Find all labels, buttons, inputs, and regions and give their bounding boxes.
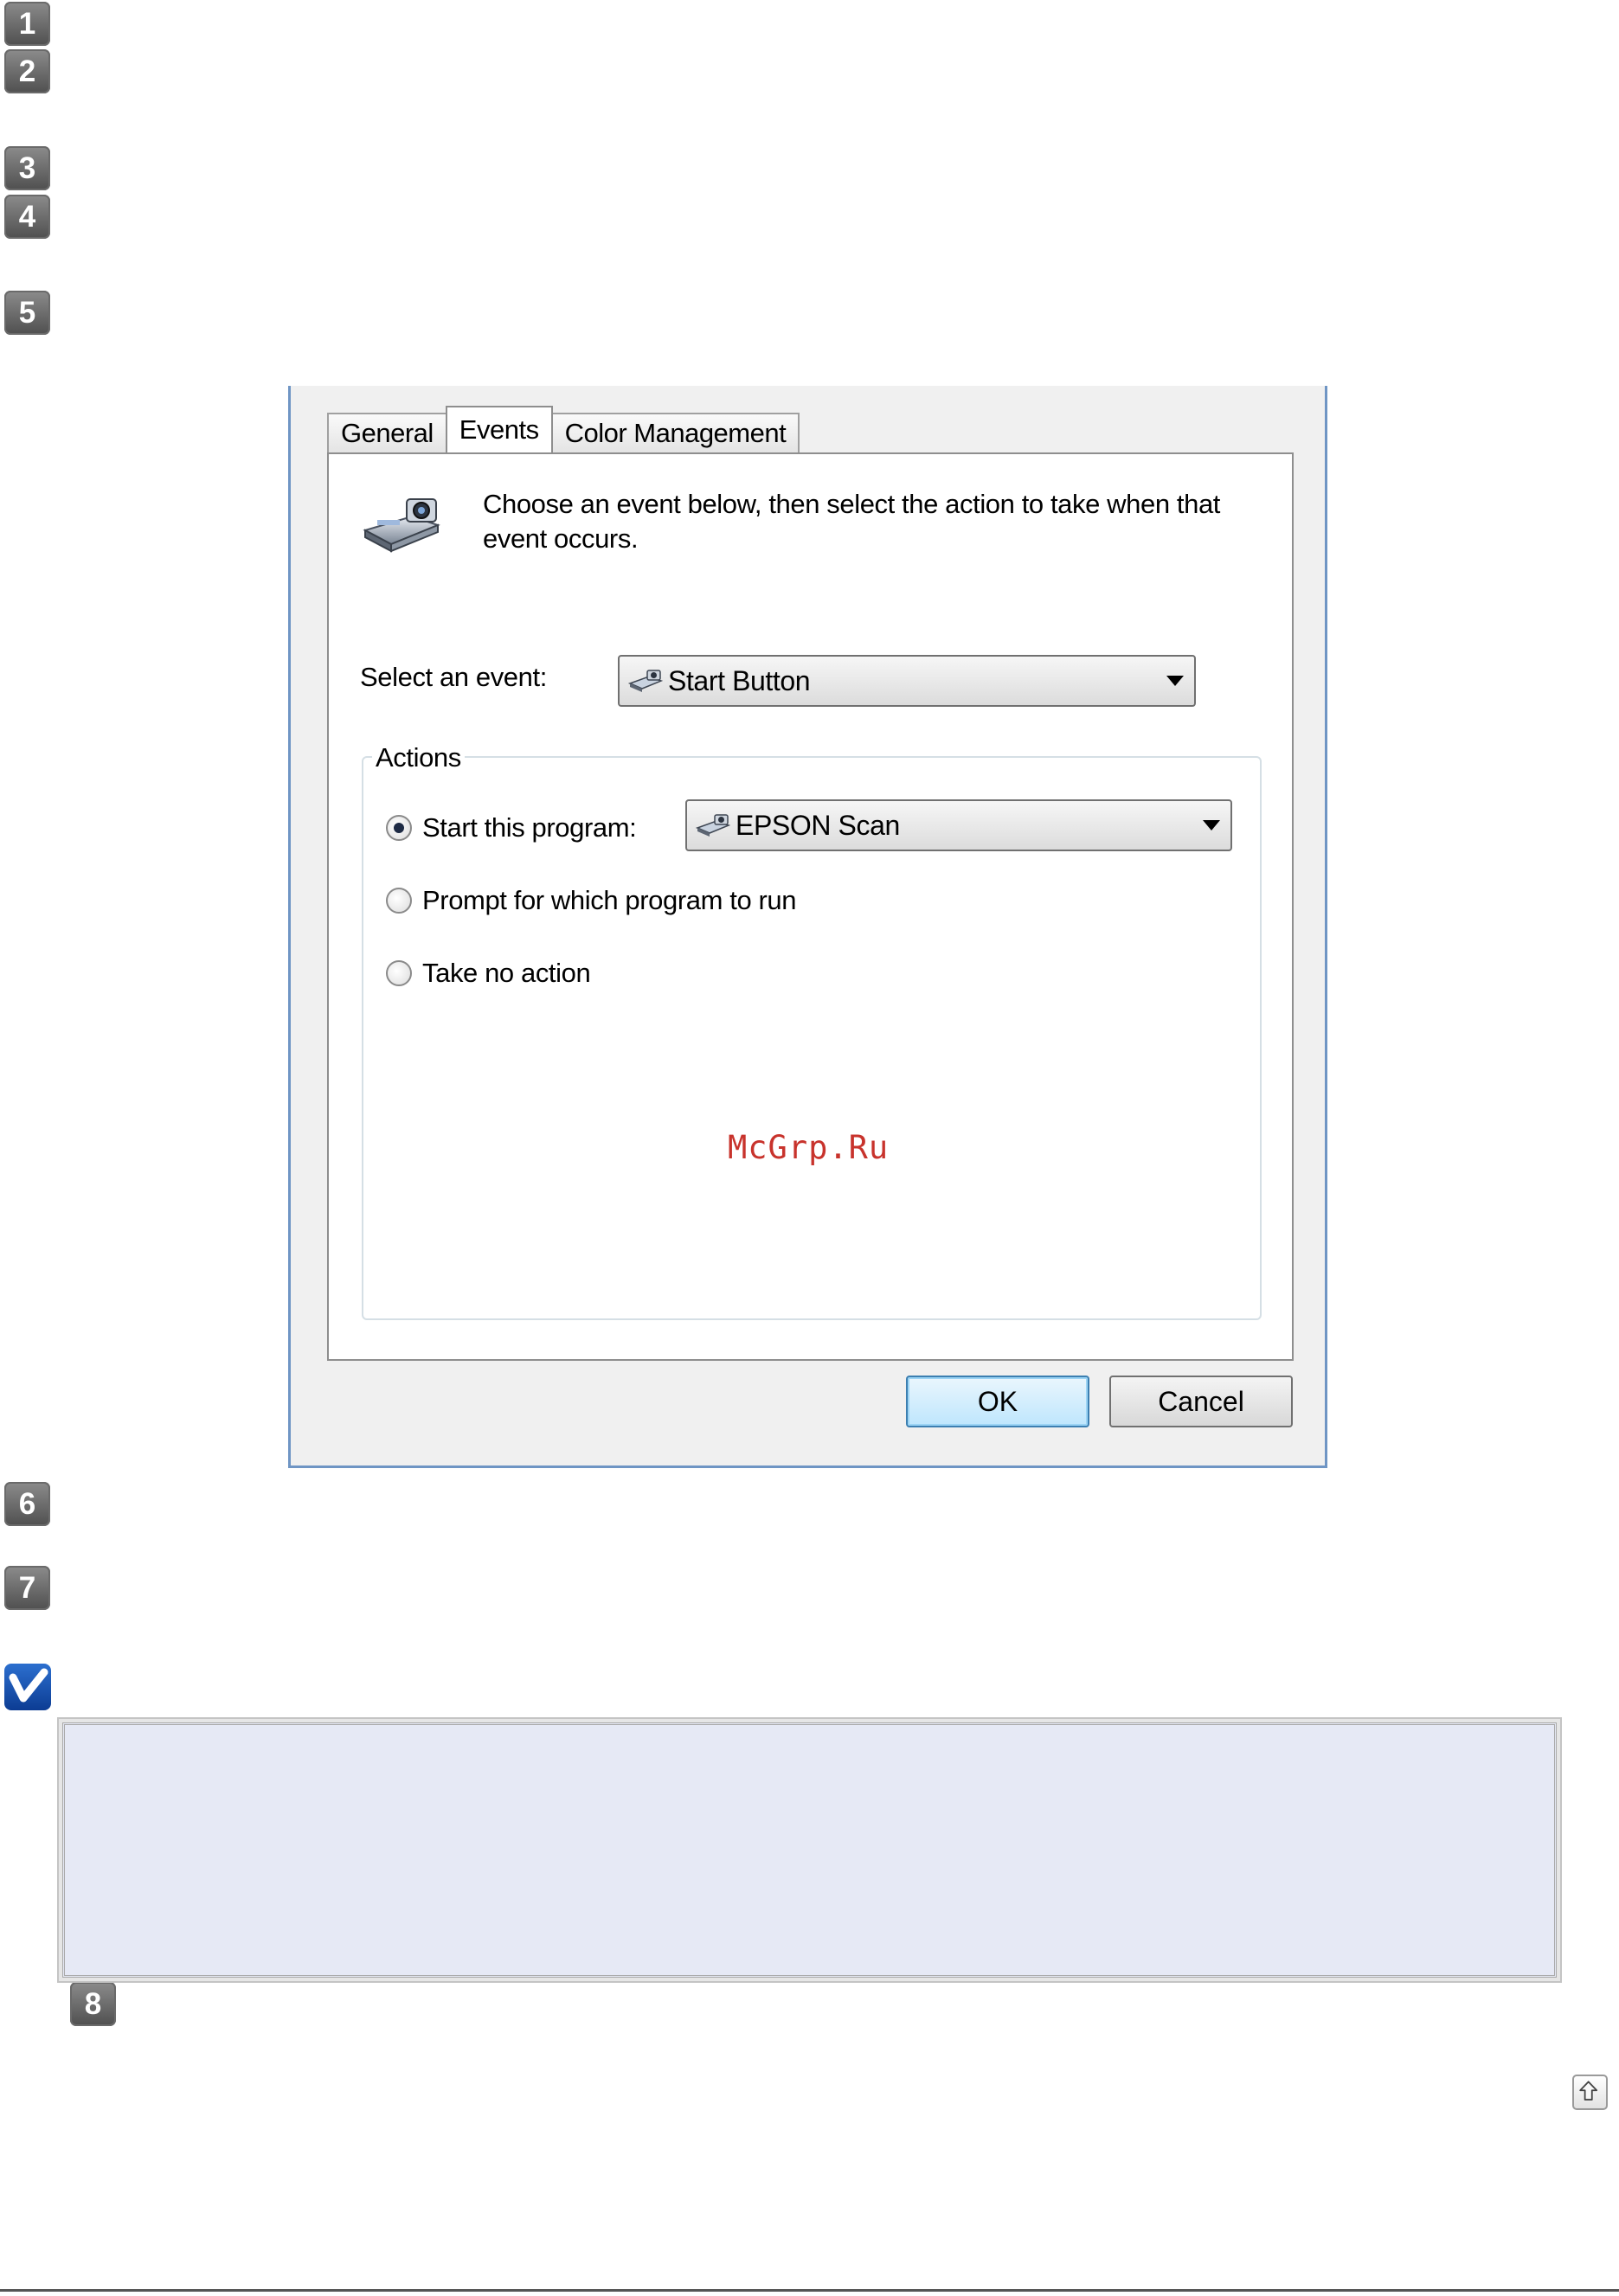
step-badge-7: 7 bbox=[4, 1566, 50, 1610]
step-number: 6 bbox=[18, 1487, 36, 1521]
tab-color-management[interactable]: Color Management bbox=[550, 413, 800, 452]
tab-strip: General Events Color Management bbox=[327, 406, 800, 452]
program-select[interactable]: EPSON Scan bbox=[685, 799, 1232, 851]
start-program-label: Start this program: bbox=[422, 812, 637, 843]
scanner-icon bbox=[628, 670, 663, 692]
program-select-value: EPSON Scan bbox=[736, 809, 900, 841]
step-number: 5 bbox=[18, 296, 36, 330]
step-number: 3 bbox=[18, 151, 36, 185]
cancel-button[interactable]: Cancel bbox=[1109, 1376, 1293, 1427]
step-badge-4: 4 bbox=[4, 195, 50, 239]
select-event-label: Select an event: bbox=[360, 662, 547, 692]
no-action-label: Take no action bbox=[422, 958, 591, 988]
actions-group: Actions Start this program: EPSON Scan P… bbox=[362, 742, 1262, 1320]
ok-button[interactable]: OK bbox=[906, 1376, 1089, 1427]
radio-no-action[interactable]: Take no action bbox=[386, 958, 591, 989]
scanner-properties-dialog: General Events Color Management Choose a… bbox=[288, 386, 1327, 1468]
radio-start-program[interactable]: Start this program: bbox=[386, 812, 637, 843]
chevron-down-icon[interactable] bbox=[1203, 820, 1220, 831]
events-panel: Choose an event below, then select the a… bbox=[327, 452, 1294, 1361]
step-number: 4 bbox=[18, 200, 36, 234]
watermark: McGrp.Ru bbox=[728, 1129, 890, 1166]
tab-general[interactable]: General bbox=[327, 413, 447, 452]
step-badge-6: 6 bbox=[4, 1482, 50, 1526]
back-to-top-button[interactable] bbox=[1572, 2075, 1608, 2110]
intro-text: Choose an event below, then select the a… bbox=[483, 489, 1221, 554]
step-number: 7 bbox=[18, 1571, 36, 1605]
arrow-up-icon bbox=[1579, 2081, 1598, 2100]
footer-divider bbox=[0, 2289, 1619, 2292]
scanner-icon bbox=[363, 498, 440, 553]
checkmark-icon bbox=[9, 1668, 48, 1703]
chevron-down-icon[interactable] bbox=[1166, 676, 1184, 686]
step-badge-2: 2 bbox=[4, 49, 50, 93]
step-badge-5: 5 bbox=[4, 291, 50, 335]
step-badge-8: 8 bbox=[70, 1982, 116, 2026]
step-badge-3: 3 bbox=[4, 146, 50, 190]
step-badge-1: 1 bbox=[4, 2, 50, 46]
radio-button-checked[interactable] bbox=[386, 815, 412, 841]
tab-events[interactable]: Events bbox=[445, 406, 553, 452]
radio-button[interactable] bbox=[386, 888, 412, 914]
step-number: 1 bbox=[18, 7, 36, 41]
actions-group-title: Actions bbox=[372, 742, 465, 773]
event-select[interactable]: Start Button bbox=[618, 655, 1196, 707]
note-box bbox=[62, 1722, 1557, 1978]
scanner-icon bbox=[696, 814, 730, 837]
step-number: 2 bbox=[18, 55, 36, 88]
prompt-label: Prompt for which program to run bbox=[422, 885, 797, 915]
event-select-value: Start Button bbox=[668, 664, 811, 696]
step-number: 8 bbox=[84, 1987, 102, 2021]
radio-button[interactable] bbox=[386, 960, 412, 986]
checkmark-note-icon bbox=[4, 1664, 51, 1710]
radio-prompt-program[interactable]: Prompt for which program to run bbox=[386, 885, 797, 916]
